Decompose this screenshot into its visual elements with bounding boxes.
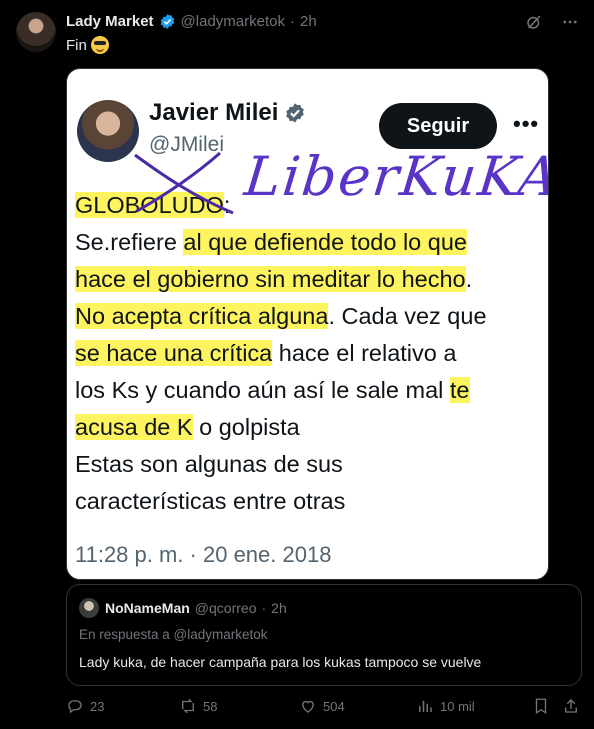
embedded-body-line: se hace una crítica hace el relativo a: [75, 335, 545, 372]
embedded-display-name: Javier Milei: [149, 99, 279, 126]
reply-separator: ·: [261, 600, 267, 616]
share-action[interactable]: [562, 697, 580, 715]
views-count: 10 mil: [440, 698, 475, 714]
embedded-body-line: Se.refiere al que defiende todo lo que: [75, 224, 545, 261]
embedded-body-line: los Ks y cuando aún así le sale mal te: [75, 372, 545, 409]
highlighted-text: te: [449, 377, 470, 403]
views-icon: [419, 700, 432, 712]
highlighted-text: acusa de K: [75, 414, 193, 440]
reply-handle[interactable]: @qcorreo: [195, 600, 257, 616]
reply-name[interactable]: NoNameMan: [105, 600, 190, 616]
body-text: características entre otras: [75, 488, 346, 514]
embedded-tweet-body: GLOBOLUDO: Se.refiere al que defiende tod…: [75, 187, 545, 520]
reply-icon: [68, 700, 82, 714]
header-actions: [524, 12, 580, 32]
repost-count: 58: [203, 698, 218, 714]
tweet-text-content: Fin: [66, 36, 87, 54]
embedded-body-line: No acepta crítica alguna. Cada vez que: [75, 298, 545, 335]
like-action[interactable]: 504: [299, 697, 345, 715]
body-text: los Ks y cuando aún así le sale mal: [75, 377, 450, 403]
in-reply-to: En respuesta a @ladymarketok: [79, 627, 268, 642]
reply-card[interactable]: NoNameMan @qcorreo · 2h En respuesta a @…: [66, 584, 582, 686]
bookmark-action[interactable]: [532, 697, 550, 715]
embedded-timestamp: 11:28 p. m. · 20 ene. 2018: [75, 542, 332, 567]
highlighted-text: se hace una crítica: [75, 340, 273, 366]
body-text: . Cada vez que: [328, 303, 487, 329]
embedded-body-line: hace el gobierno sin meditar lo hecho.: [75, 261, 545, 298]
media-image[interactable]: Javier Milei @JMilei Seguir ••• GLOBOLUD…: [66, 68, 549, 580]
embedded-name-row: Javier Milei: [149, 99, 306, 127]
reply-avatar[interactable]: [79, 598, 99, 618]
highlighted-text: al que defiende todo lo que: [183, 229, 467, 255]
share-icon: [565, 699, 577, 713]
embedded-more-icon: •••: [513, 111, 540, 136]
handwritten-cross-icon: [134, 151, 234, 215]
highlighted-text: No acepta crítica alguna: [75, 303, 329, 329]
sunglasses-emoji-icon: [90, 36, 109, 54]
views-action[interactable]: 10 mil: [416, 697, 475, 715]
reply-header: NoNameMan @qcorreo · 2h: [105, 600, 287, 616]
separator-dot: ·: [289, 13, 295, 30]
verified-badge-icon: [160, 14, 174, 29]
reply-action[interactable]: 23: [66, 697, 104, 715]
handwritten-annotation: LiberKuKA: [241, 145, 549, 208]
author-handle[interactable]: @ladymarketok: [181, 13, 285, 30]
embedded-follow-button: Seguir: [379, 103, 497, 149]
embedded-body-line: Estas son algunas de sus: [75, 446, 545, 483]
author-display-name[interactable]: Lady Market: [66, 13, 154, 30]
tweet-text: Fin: [66, 36, 109, 54]
body-text: hace el relativo a: [272, 340, 457, 366]
author-avatar[interactable]: [16, 12, 56, 52]
bookmark-icon: [535, 698, 547, 715]
like-count: 504: [323, 698, 345, 714]
body-text: Estas son algunas de sus: [75, 451, 343, 477]
author-row: Lady Market @ladymarketok · 2h: [66, 13, 317, 30]
embedded-verified-icon: [286, 103, 305, 123]
grok-icon[interactable]: [524, 12, 544, 32]
reply-text: Lady kuka, de hacer campaña para los kuk…: [79, 654, 482, 670]
body-text: Se.refiere: [75, 229, 184, 255]
reply-time[interactable]: 2h: [271, 600, 287, 616]
repost-icon: [182, 698, 194, 714]
heart-icon: [302, 700, 314, 713]
body-text: .: [465, 266, 473, 292]
embedded-body-line: acusa de K o golpista: [75, 409, 545, 446]
more-options-icon[interactable]: [560, 12, 580, 32]
embedded-body-line: características entre otras: [75, 483, 545, 520]
action-bar: 23 58 504 10 mil: [66, 697, 582, 719]
reply-count: 23: [90, 698, 105, 714]
repost-action[interactable]: 58: [179, 697, 217, 715]
body-text: o golpista: [192, 414, 300, 440]
highlighted-text: hace el gobierno sin meditar lo hecho: [75, 266, 466, 292]
post-time[interactable]: 2h: [300, 13, 317, 30]
